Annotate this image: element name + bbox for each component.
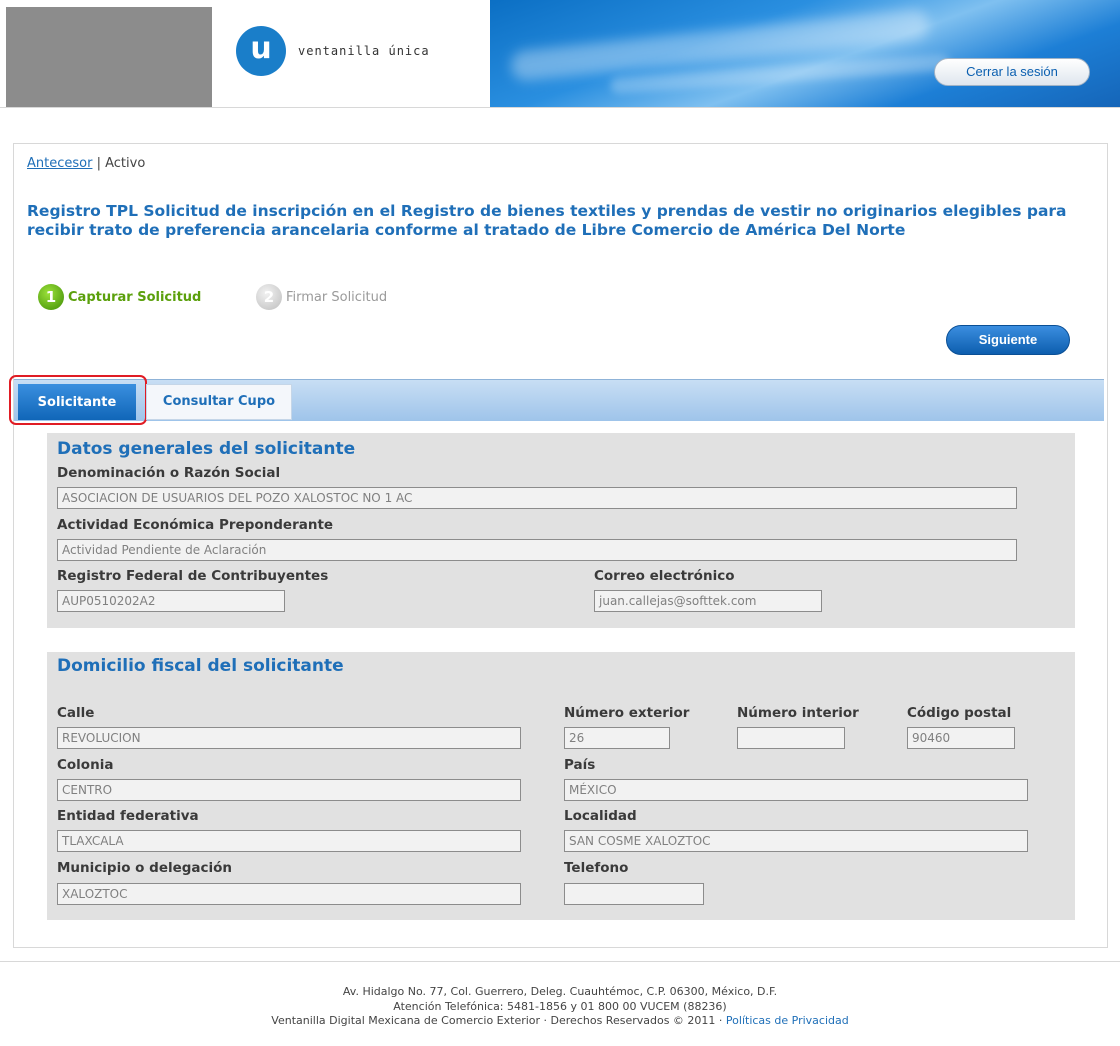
step-capturar-solicitud: 1 Capturar Solicitud <box>38 284 201 310</box>
footer-copyright: Ventanilla Digital Mexicana de Comercio … <box>0 1014 1120 1029</box>
breadcrumb-link-antecesor[interactable]: Antecesor <box>27 156 92 171</box>
field-pais[interactable]: MÉXICO <box>564 779 1028 801</box>
field-codigo-postal[interactable]: 90460 <box>907 727 1015 749</box>
label-telefono: Telefono <box>564 860 629 876</box>
field-municipio[interactable]: XALOZTOC <box>57 883 521 905</box>
footer-copyright-text: Ventanilla Digital Mexicana de Comercio … <box>271 1014 723 1027</box>
step-1-number-icon: 1 <box>38 284 64 310</box>
label-entidad-federativa: Entidad federativa <box>57 808 199 824</box>
field-entidad-federativa[interactable]: TLAXCALA <box>57 830 521 852</box>
label-rfc: Registro Federal de Contribuyentes <box>57 568 329 584</box>
label-municipio: Municipio o delegación <box>57 860 233 876</box>
footer-address: Av. Hidalgo No. 77, Col. Guerrero, Deleg… <box>342 985 778 998</box>
label-pais: País <box>564 757 596 773</box>
site-header: u ventanilla única Cerrar la sesión <box>0 0 1120 108</box>
brand-name: ventanilla única <box>298 44 430 58</box>
field-colonia[interactable]: CENTRO <box>57 779 521 801</box>
label-numero-exterior: Número exterior <box>564 705 690 721</box>
site-footer: Av. Hidalgo No. 77, Col. Guerrero, Deleg… <box>0 985 1120 1029</box>
field-razon-social[interactable]: ASOCIACION DE USUARIOS DEL POZO XALOSTOC… <box>57 487 1017 509</box>
tab-highlight-ring <box>9 375 147 425</box>
field-localidad[interactable]: SAN COSME XALOZTOC <box>564 830 1028 852</box>
label-razon-social: Denominación o Razón Social <box>57 465 281 481</box>
label-numero-interior: Número interior <box>737 705 859 721</box>
step-2-number-icon: 2 <box>256 284 282 310</box>
label-actividad-economica: Actividad Económica Preponderante <box>57 517 334 533</box>
label-localidad: Localidad <box>564 808 637 824</box>
footer-phone: Atención Telefónica: 5481-1856 y 01 800 … <box>393 999 727 1013</box>
field-calle[interactable]: REVOLUCION <box>57 727 521 749</box>
label-colonia: Colonia <box>57 757 114 773</box>
breadcrumb-separator: | <box>96 156 101 171</box>
next-button[interactable]: Siguiente <box>946 325 1070 355</box>
label-calle: Calle <box>57 705 95 721</box>
field-email[interactable]: juan.callejas@softtek.com <box>594 590 822 612</box>
step-2-label: Firmar Solicitud <box>286 289 388 305</box>
step-firmar-solicitud: 2 Firmar Solicitud <box>256 284 387 310</box>
label-codigo-postal: Código postal <box>907 705 1012 721</box>
tab-consultar-cupo[interactable]: Consultar Cupo <box>146 384 292 420</box>
privacy-policy-link[interactable]: Políticas de Privacidad <box>726 1014 849 1027</box>
section-title-datos-generales: Datos generales del solicitante <box>57 439 356 459</box>
label-email: Correo electrónico <box>594 568 735 584</box>
logout-button[interactable]: Cerrar la sesión <box>934 58 1090 86</box>
page-title: Registro TPL Solicitud de inscripción en… <box>27 202 1067 239</box>
field-actividad-economica[interactable]: Actividad Pendiente de Aclaración <box>57 539 1017 561</box>
field-numero-exterior[interactable]: 26 <box>564 727 670 749</box>
section-title-domicilio-fiscal: Domicilio fiscal del solicitante <box>57 656 344 676</box>
section-domicilio-fiscal: Domicilio fiscal del solicitante Calle R… <box>47 652 1075 920</box>
header-banner <box>490 0 1120 108</box>
header-gray-block <box>6 7 212 107</box>
field-rfc[interactable]: AUP0510202A2 <box>57 590 285 612</box>
field-numero-interior[interactable] <box>737 727 845 749</box>
section-datos-generales: Datos generales del solicitante Denomina… <box>47 433 1075 628</box>
step-1-label: Capturar Solicitud <box>68 289 202 305</box>
breadcrumb-current: Activo <box>105 156 146 171</box>
breadcrumb: Antecesor | Activo <box>27 156 145 171</box>
field-telefono[interactable] <box>564 883 704 905</box>
ventanilla-logo-icon: u <box>236 26 286 76</box>
